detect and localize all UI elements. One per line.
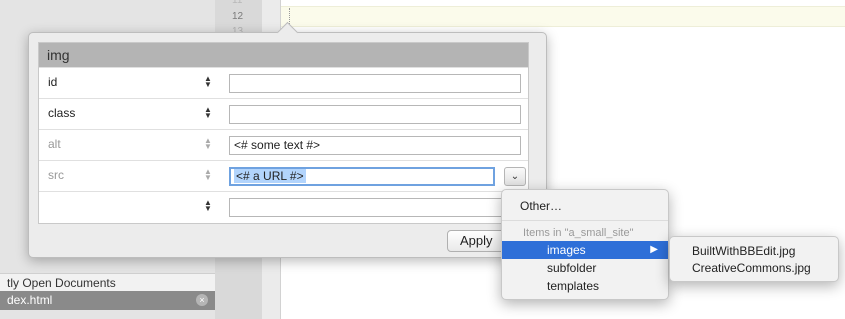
attribute-value-field[interactable]	[229, 198, 521, 217]
submenu-item-file[interactable]: BuiltWithBBEdit.jpg	[692, 243, 795, 259]
attribute-name: src	[48, 168, 64, 182]
open-document-item[interactable]: dex.html ×	[0, 291, 215, 310]
attribute-row-new: ▲ ▼	[39, 191, 528, 222]
tag-attributes-popover: img id ▲ ▼ class ▲ ▼ alt ▲ ▼ <# some text #…	[28, 21, 547, 258]
menu-group-header: Items in "a_small_site"	[523, 227, 634, 239]
text-caret	[289, 8, 291, 24]
menu-item-label: images	[547, 243, 586, 257]
stepper-icon[interactable]: ▲ ▼	[204, 75, 212, 90]
menu-item-other[interactable]: Other…	[502, 197, 668, 215]
tag-name-header: img	[39, 43, 528, 67]
close-document-icon[interactable]: ×	[196, 294, 208, 306]
current-line-highlight	[281, 6, 845, 27]
chevron-down-icon[interactable]: ⌄	[504, 167, 526, 186]
attribute-value-field-focused[interactable]: <# a URL #>	[229, 167, 495, 186]
submenu-arrow-icon: ▶	[650, 244, 658, 255]
attribute-row-class: class ▲ ▼	[39, 98, 528, 129]
images-submenu: BuiltWithBBEdit.jpg CreativeCommons.jpg	[669, 236, 839, 282]
attribute-value-field[interactable]	[229, 74, 521, 93]
attribute-value-field[interactable]: <# some text #>	[229, 136, 521, 155]
menu-item-subfolder[interactable]: subfolder	[502, 259, 668, 277]
open-documents-header: tly Open Documents	[0, 273, 215, 291]
stepper-icon[interactable]: ▲ ▼	[204, 106, 212, 121]
stepper-icon[interactable]: ▲ ▼	[204, 199, 212, 214]
attribute-name: id	[48, 75, 58, 89]
url-choices-menu: Other… Items in "a_small_site" images ▶ …	[501, 189, 669, 300]
line-number: 12	[232, 11, 244, 22]
menu-item-templates[interactable]: templates	[502, 277, 668, 295]
attribute-name: class	[48, 106, 76, 120]
attribute-row-id: id ▲ ▼	[39, 67, 528, 98]
menu-separator	[502, 220, 668, 221]
document-name: dex.html	[7, 293, 53, 307]
selected-text: <# a URL #>	[234, 169, 306, 183]
attribute-value-field[interactable]	[229, 105, 521, 124]
menu-item-images[interactable]: images ▶	[502, 241, 668, 259]
line-number: 11	[232, 0, 243, 6]
attributes-panel: img id ▲ ▼ class ▲ ▼ alt ▲ ▼ <# some text #…	[38, 42, 529, 224]
attribute-row-src: src ▲ ▼ <# a URL #> ⌄	[39, 160, 528, 191]
stepper-icon[interactable]: ▲ ▼	[204, 168, 212, 183]
attribute-name: alt	[48, 137, 61, 151]
attribute-row-alt: alt ▲ ▼ <# some text #>	[39, 129, 528, 160]
submenu-item-file[interactable]: CreativeCommons.jpg	[692, 260, 811, 276]
stepper-icon[interactable]: ▲ ▼	[204, 137, 212, 152]
